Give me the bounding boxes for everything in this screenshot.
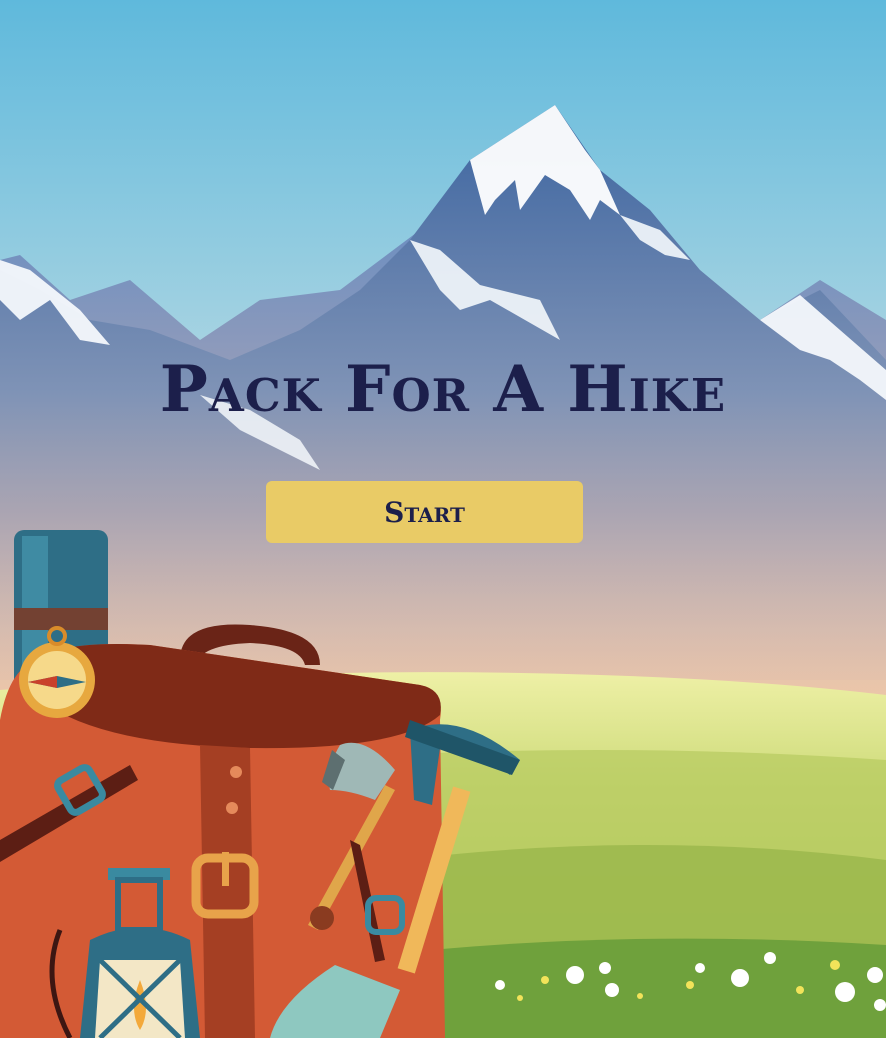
game-title: Pack For A Hike xyxy=(159,352,727,427)
start-button[interactable]: Start xyxy=(266,481,583,543)
